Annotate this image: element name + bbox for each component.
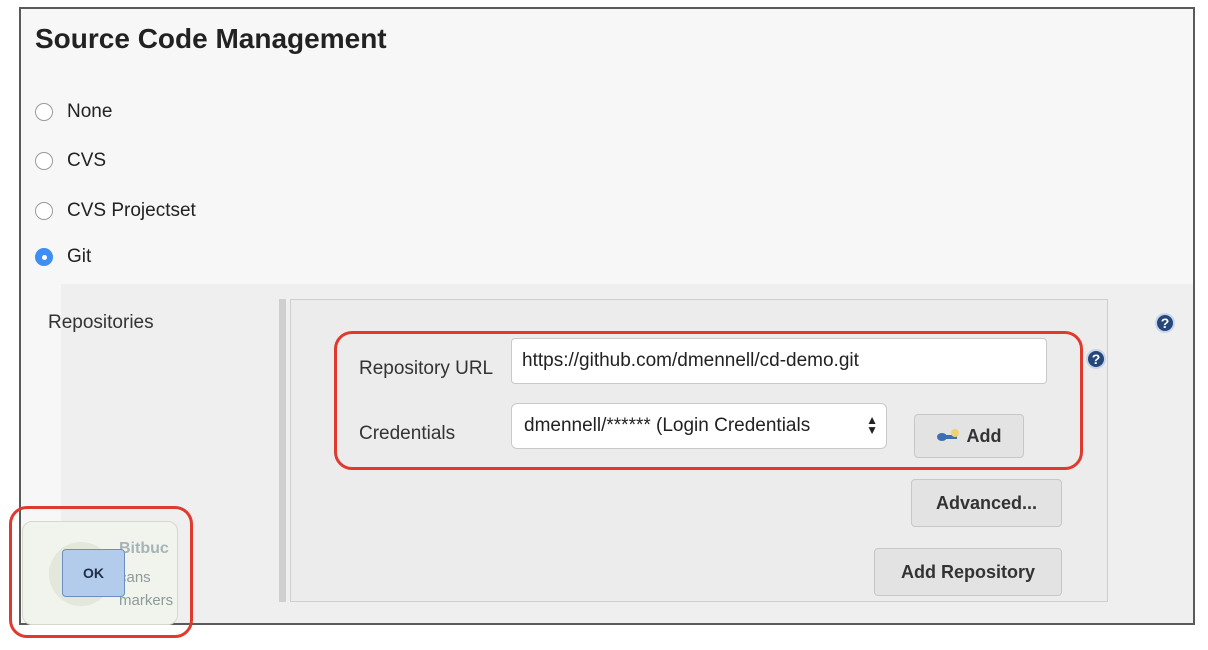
highlight-annotation-ok [9,506,193,638]
scm-option-label: Git [67,246,92,267]
radio-none[interactable] [35,103,53,121]
scm-option-git[interactable]: Git [35,244,91,270]
scm-option-cvs[interactable]: CVS [35,148,106,174]
scm-option-none[interactable]: None [35,99,112,125]
radio-cvs-projectset[interactable] [35,202,53,220]
highlight-annotation-repository [334,331,1083,470]
radio-git[interactable] [35,248,53,266]
help-icon[interactable]: ? [1155,313,1175,333]
radio-cvs[interactable] [35,152,53,170]
scm-option-label: None [67,101,113,122]
help-icon[interactable]: ? [1086,349,1106,369]
scm-option-label: CVS [67,150,107,171]
advanced-button[interactable]: Advanced... [911,479,1062,527]
section-title: Source Code Management [35,23,387,54]
add-repository-button[interactable]: Add Repository [874,548,1062,596]
repositories-label: Repositories [48,312,154,333]
repositories-divider [279,299,286,602]
scm-option-cvs-projectset[interactable]: CVS Projectset [35,198,196,224]
scm-option-label: CVS Projectset [67,200,196,221]
